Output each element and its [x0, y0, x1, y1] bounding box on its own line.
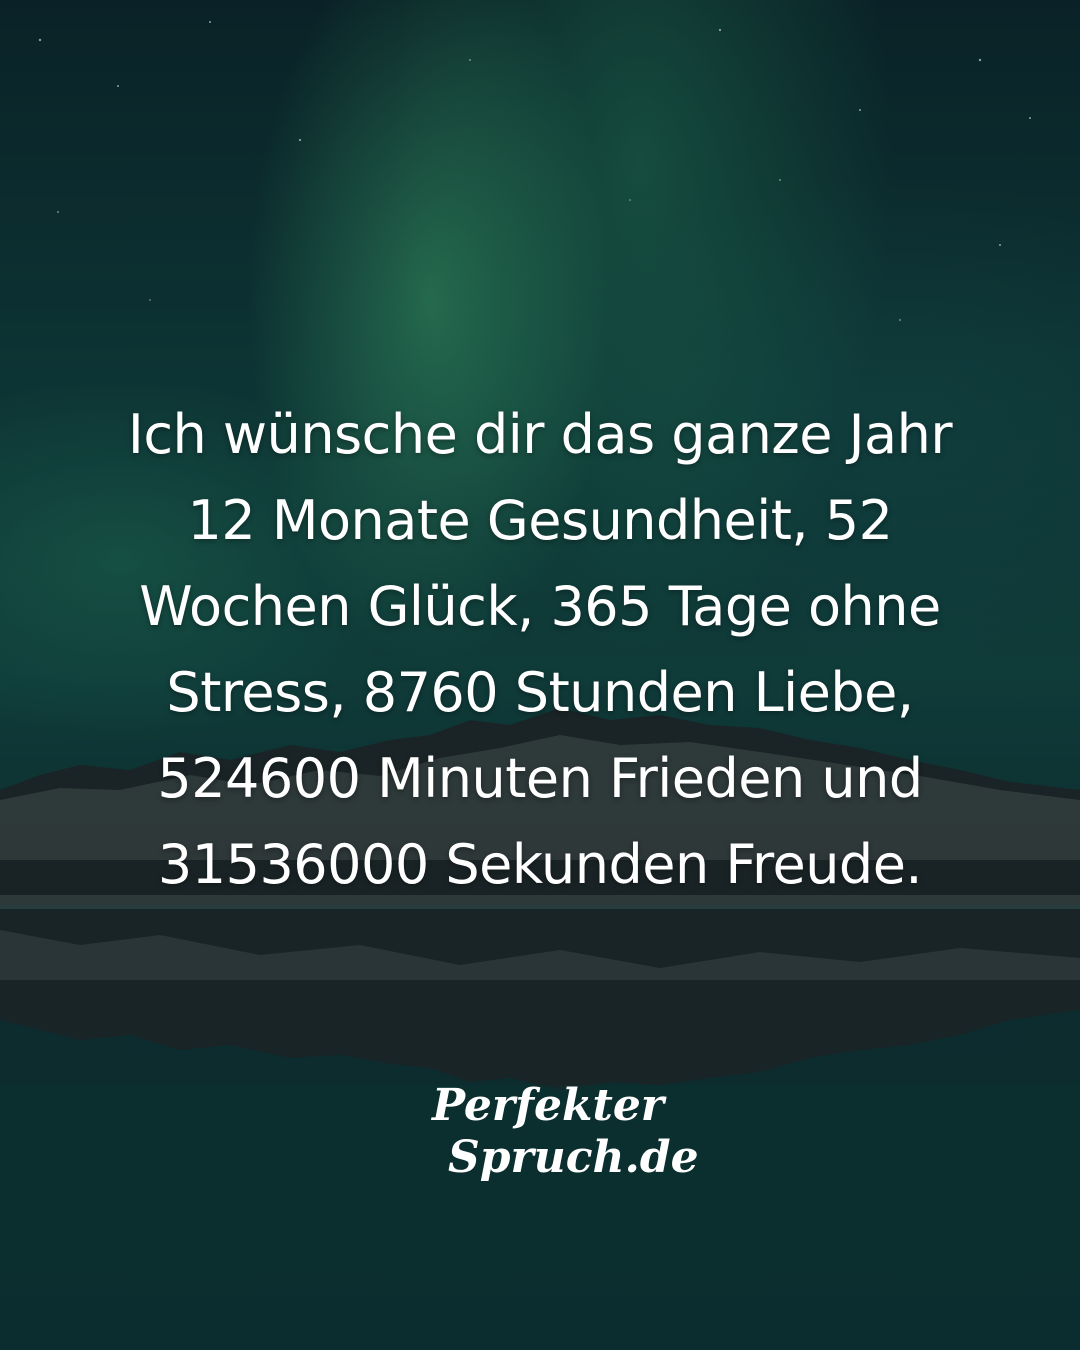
quote-line: 524600 Minuten Frieden und — [157, 747, 923, 810]
quote-line: 12 Monate Gesundheit, 52 — [187, 489, 893, 552]
logo-line-1: Perfekter — [430, 1080, 667, 1131]
perfekter-spruch-logo: Perfekter Spruch.de — [430, 1080, 699, 1183]
logo-line-2: Spruch.de — [448, 1132, 699, 1183]
quote-line: Ich wünsche dir das ganze Jahr — [127, 403, 953, 466]
background-scene: Ich wünsche dir das ganze Jahr 12 Monate… — [0, 0, 1080, 1350]
quote-line: Wochen Glück, 365 Tage ohne — [139, 575, 941, 638]
stars — [38, 21, 1031, 321]
quote-line: 31536000 Sekunden Freude. — [157, 833, 923, 896]
quote-text: Ich wünsche dir das ganze Jahr 12 Monate… — [60, 392, 1020, 908]
quote-line: Stress, 8760 Stunden Liebe, — [166, 661, 914, 724]
